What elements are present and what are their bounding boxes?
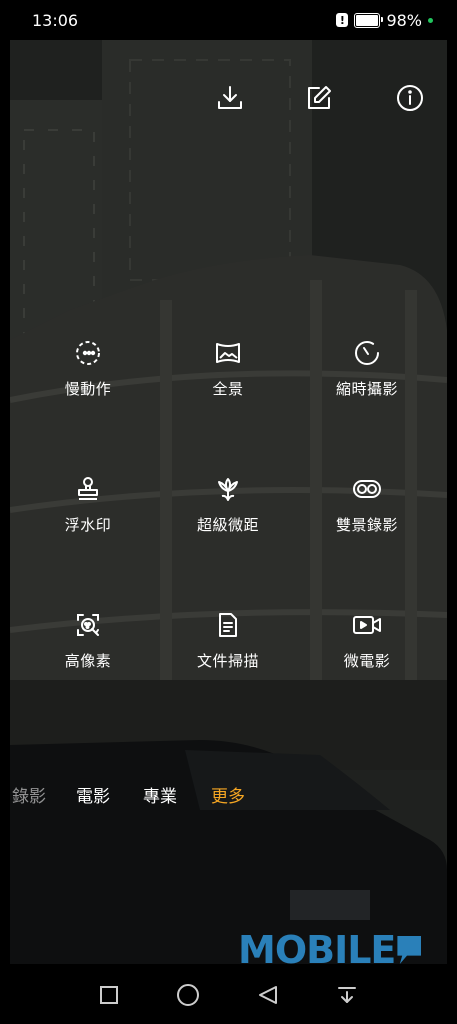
alert-icon: ! (336, 13, 349, 27)
info-icon[interactable] (394, 82, 426, 114)
mode-label: 慢動作 (64, 380, 112, 398)
mode-micro-movie[interactable]: 微電影 (307, 610, 427, 671)
recents-square-icon[interactable] (96, 982, 122, 1008)
status-indicators: ! 98% (336, 11, 433, 30)
home-circle-icon[interactable] (175, 982, 201, 1008)
high-pixel-icon (73, 610, 103, 640)
slow-motion-icon (73, 338, 103, 368)
panorama-icon (213, 338, 243, 368)
mode-watermark[interactable]: 浮水印 (28, 474, 148, 535)
camera-screen: 13:06 ! 98% 慢動作 全景 縮時攝影 浮水印 超級微距 雙景錄影 高像… (0, 0, 457, 1024)
document-scan-icon (213, 610, 243, 640)
dropdown-menu-icon[interactable] (334, 982, 360, 1008)
mode-label: 微電影 (343, 652, 391, 670)
mode-panorama[interactable]: 全景 (168, 338, 288, 399)
scene-car-light (290, 890, 370, 920)
mode-label: 浮水印 (64, 516, 112, 534)
battery-fill (356, 14, 378, 26)
status-time: 13:06 (32, 10, 79, 30)
battery-percent: 98% (386, 10, 422, 30)
back-triangle-icon[interactable] (255, 982, 281, 1008)
download-icon[interactable] (214, 82, 246, 114)
battery-icon (354, 12, 384, 28)
movie-camera-icon (352, 610, 382, 640)
mode-dual-view[interactable]: 雙景錄影 (307, 474, 427, 535)
mode-label: 高像素 (64, 652, 112, 670)
edit-icon[interactable] (303, 82, 335, 114)
tab-movie[interactable]: 電影 (76, 782, 110, 807)
mode-time-lapse[interactable]: 縮時攝影 (307, 338, 427, 399)
system-nav-bar (0, 964, 457, 1024)
mode-slow-motion[interactable]: 慢動作 (28, 338, 148, 399)
watermark-stamp-icon (73, 474, 103, 504)
top-actions (0, 40, 457, 160)
tab-video[interactable]: 錄影 (12, 782, 46, 807)
mode-tabs: 錄影 電影 專業 更多 (0, 782, 457, 812)
mode-super-macro[interactable]: 超級微距 (168, 474, 288, 535)
mode-document-scan[interactable]: 文件掃描 (168, 610, 288, 671)
time-lapse-icon (352, 338, 382, 368)
mode-label: 文件掃描 (196, 652, 259, 670)
macro-flower-icon (213, 474, 243, 504)
watermark-flag-icon (397, 936, 422, 964)
dual-view-icon (352, 474, 382, 504)
mode-label: 超級微距 (196, 516, 259, 534)
mode-label: 縮時攝影 (335, 380, 398, 398)
tab-more[interactable]: 更多 (211, 782, 245, 807)
tab-pro[interactable]: 專業 (143, 782, 177, 807)
privacy-dot-icon (428, 17, 433, 23)
mode-high-pixel[interactable]: 高像素 (28, 610, 148, 671)
status-bar: 13:06 ! 98% (0, 0, 457, 40)
mode-label: 全景 (212, 380, 244, 398)
mode-label: 雙景錄影 (335, 516, 398, 534)
